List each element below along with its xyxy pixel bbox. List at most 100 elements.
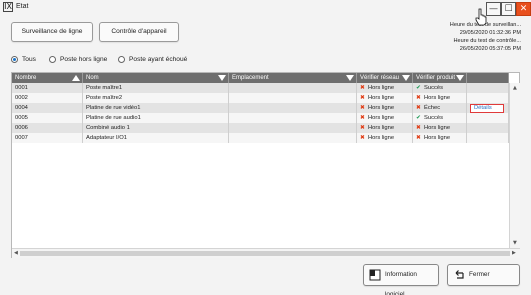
cell-number: 0006 — [12, 123, 83, 133]
cell-product: ✖ Hors ligne — [413, 123, 467, 133]
status-label: Échec — [424, 105, 441, 111]
cell-number: 0002 — [12, 93, 83, 103]
status-label: Hors ligne — [368, 105, 395, 111]
scroll-right-icon[interactable]: ▶ — [512, 250, 516, 256]
vertical-scrollbar[interactable]: ▲ ▼ — [509, 83, 520, 248]
table-row[interactable]: 0005 Platine de rue audio1 ✖ Hors ligne ✔ Suc… — [12, 113, 509, 123]
cross-icon: ✖ — [360, 125, 365, 131]
maximize-button[interactable]: ☐ — [501, 2, 516, 16]
minimize-button[interactable]: — — [486, 2, 501, 16]
status-label: Hors ligne — [368, 85, 395, 91]
status-label: Hors ligne — [424, 135, 451, 141]
cross-icon: ✖ — [360, 115, 365, 121]
filter-all-label: Tous — [22, 56, 36, 63]
column-header-product[interactable]: Vérifier produit — [413, 73, 467, 83]
back-arrow-icon — [455, 270, 464, 279]
cell-number: 0007 — [12, 133, 83, 143]
cell-location — [229, 133, 357, 143]
cross-icon: ✖ — [360, 105, 365, 111]
column-header-name[interactable]: Nom — [83, 73, 229, 83]
cell-location — [229, 123, 357, 133]
close-button[interactable]: Fermer — [447, 264, 520, 286]
radio-unchecked-icon[interactable] — [49, 56, 56, 63]
horizontal-scrollbar[interactable]: ◀ ▶ — [12, 248, 520, 258]
scroll-down-icon[interactable]: ▼ — [513, 240, 517, 246]
table-row[interactable]: 0006 Combiné audio 1 ✖ Hors ligne ✖ Hors lign… — [12, 123, 509, 133]
cell-network: ✖ Hors ligne — [357, 93, 413, 103]
column-header-action — [467, 73, 509, 83]
sort-asc-icon[interactable] — [72, 75, 80, 81]
mouse-pointer-icon — [475, 8, 487, 26]
filter-dropdown-icon[interactable] — [346, 75, 354, 81]
close-window-button[interactable]: ✕ — [516, 2, 531, 16]
line-monitoring-button[interactable]: Surveillance de ligne — [11, 22, 93, 42]
cell-location — [229, 103, 357, 113]
table-row[interactable]: 0004 Platine de rue vidéo1 ✖ Hors ligne ✖ Éch… — [12, 103, 509, 113]
cell-number: 0005 — [12, 113, 83, 123]
cell-number: 0001 — [12, 83, 83, 93]
table-row[interactable]: 0002 Poste maître2 ✖ Hors ligne ✖ Hors ligne — [12, 93, 509, 103]
cell-name: Platine de rue vidéo1 — [83, 103, 229, 113]
status-label: Succès — [424, 85, 444, 91]
radio-checked-icon[interactable] — [11, 56, 18, 63]
cell-location — [229, 83, 357, 93]
cell-name: Platine de rue audio1 — [83, 113, 229, 123]
scroll-left-icon[interactable]: ◀ — [14, 250, 18, 256]
station-table: Nombre Nom Emplacement Vérifier réseau V… — [11, 72, 520, 258]
status-window: IX Etat — ☐ ✕ Surveillance de ligne Cont… — [0, 0, 531, 295]
cross-icon: ✖ — [416, 105, 421, 111]
column-header-network[interactable]: Vérifier réseau — [357, 73, 413, 83]
cross-icon: ✖ — [416, 95, 421, 101]
cell-location — [229, 93, 357, 103]
cell-product: ✔ Succès — [413, 83, 467, 93]
close-label: Fermer — [469, 271, 490, 278]
cross-icon: ✖ — [360, 85, 365, 91]
cell-network: ✖ Hors ligne — [357, 113, 413, 123]
cell-name: Adaptateur I/O1 — [83, 133, 229, 143]
filter-dropdown-icon[interactable] — [402, 75, 410, 81]
column-header-label: Vérifier produit — [416, 75, 456, 81]
status-label: Hors ligne — [368, 115, 395, 121]
scrollbar-thumb[interactable] — [20, 251, 510, 256]
cell-number: 0004 — [12, 103, 83, 113]
cell-name: Poste maître1 — [83, 83, 229, 93]
info-panel-icon — [369, 269, 381, 281]
scroll-up-icon[interactable]: ▲ — [513, 85, 517, 91]
filter-dropdown-icon[interactable] — [218, 75, 226, 81]
cell-network: ✖ Hors ligne — [357, 83, 413, 93]
status-label: Succès — [424, 115, 444, 121]
column-header-number[interactable]: Nombre — [12, 73, 83, 83]
column-header-label: Vérifier réseau — [360, 75, 400, 81]
monitoring-test-label: Heure du test de surveillan... — [449, 22, 521, 28]
cell-product: ✖ Hors ligne — [413, 93, 467, 103]
status-label: Hors ligne — [368, 95, 395, 101]
status-label: Hors ligne — [368, 135, 395, 141]
column-header-location[interactable]: Emplacement — [229, 73, 357, 83]
cell-action — [467, 93, 509, 103]
column-header-label: Emplacement — [232, 75, 269, 81]
cell-action — [467, 133, 509, 143]
software-info-label: Information logiciel — [385, 271, 417, 295]
radio-unchecked-icon[interactable] — [118, 56, 125, 63]
device-check-button[interactable]: Contrôle d'appareil — [99, 22, 179, 42]
cell-network: ✖ Hors ligne — [357, 123, 413, 133]
table-row[interactable]: 0001 Poste maître1 ✖ Hors ligne ✔ Succès — [12, 83, 509, 93]
table-row[interactable]: 0007 Adaptateur I/O1 ✖ Hors ligne ✖ Hors lign… — [12, 133, 509, 143]
cell-product: ✖ Hors ligne — [413, 133, 467, 143]
details-button[interactable]: Détails — [470, 103, 504, 113]
cell-action — [467, 83, 509, 93]
status-label: Hors ligne — [424, 95, 451, 101]
filter-dropdown-icon[interactable] — [456, 75, 464, 81]
cell-network: ✖ Hors ligne — [357, 133, 413, 143]
title-bar: IX Etat — ☐ ✕ — [0, 0, 531, 16]
status-label: Hors ligne — [368, 125, 395, 131]
filter-failed-label: Poste ayant échoué — [129, 56, 188, 63]
app-logo-icon: IX — [3, 2, 13, 12]
cell-action — [467, 123, 509, 133]
software-info-button[interactable]: Information logiciel — [363, 264, 439, 295]
check-icon: ✔ — [416, 85, 421, 91]
filter-offline-label: Poste hors ligne — [60, 56, 108, 63]
cell-network: ✖ Hors ligne — [357, 103, 413, 113]
cell-name: Poste maître2 — [83, 93, 229, 103]
cell-location — [229, 113, 357, 123]
